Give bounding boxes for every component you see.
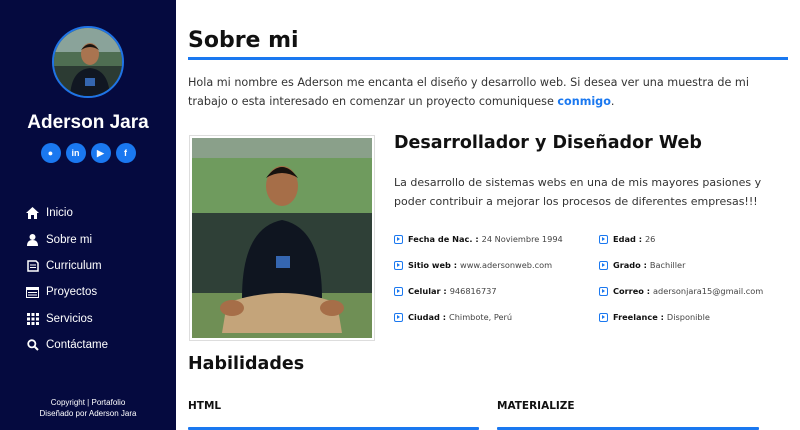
contact-link[interactable]: conmigo xyxy=(557,95,610,108)
fact-age: Edad : 26 xyxy=(599,234,655,244)
fact-label: Fecha de Nac. : xyxy=(408,234,479,244)
fact-label: Grado : xyxy=(613,260,647,270)
fact-value: www.adersonweb.com xyxy=(460,260,553,270)
facebook-icon[interactable]: f xyxy=(115,143,136,163)
user-icon xyxy=(26,233,39,246)
main-content: Sobre mi Hola mi nombre es Aderson me en… xyxy=(176,0,800,430)
chevron-right-icon xyxy=(599,260,608,270)
sidebar-item-label: Servicios xyxy=(46,312,93,325)
sidebar-item-proyectos[interactable]: Proyectos xyxy=(26,279,108,305)
fact-website: Sitio web : www.adersonweb.com xyxy=(394,260,552,270)
sidebar-item-sobre-mi[interactable]: Sobre mi xyxy=(26,226,108,252)
fact-value: Bachiller xyxy=(649,260,686,270)
fact-value: Chimbote, Perú xyxy=(449,312,513,322)
sidebar-item-label: Contáctame xyxy=(46,339,109,352)
fact-email: Correo : adersonjara15@gmail.com xyxy=(599,286,763,296)
fact-value: 946816737 xyxy=(449,286,497,296)
chevron-right-icon xyxy=(394,312,403,322)
fact-degree: Grado : Bachiller xyxy=(599,260,685,270)
role-title: Desarrollador y Diseñador Web xyxy=(394,133,702,153)
linkedin-icon[interactable]: in xyxy=(65,143,86,163)
intro-end: . xyxy=(610,95,615,108)
chevron-right-icon xyxy=(599,286,608,296)
copyright: Copyright | Portafolio Diseñado por Ader… xyxy=(0,397,176,419)
skill-name: MATERIALIZE xyxy=(497,400,575,412)
avatar xyxy=(52,26,124,98)
intro-body: Hola mi nombre es Aderson me encanta el … xyxy=(188,76,749,108)
skills-title: Habilidades xyxy=(188,354,305,374)
home-icon xyxy=(26,207,39,220)
intro-text: Hola mi nombre es Aderson me encanta el … xyxy=(188,73,788,111)
fact-label: Sitio web : xyxy=(408,260,458,270)
sidebar-item-curriculum[interactable]: Curriculum xyxy=(26,253,108,279)
skill-name: HTML xyxy=(188,400,222,412)
page-title: Sobre mi xyxy=(188,28,299,53)
youtube-icon[interactable]: ▶ xyxy=(90,143,111,163)
github-icon[interactable]: ● xyxy=(40,143,61,163)
sidebar-item-label: Curriculum xyxy=(46,259,102,272)
sidebar-item-label: Inicio xyxy=(46,207,73,220)
grid-icon xyxy=(26,312,39,325)
copyright-line: Copyright | Portafolio xyxy=(50,398,126,407)
credit-line: Diseñado por Aderson Jara xyxy=(39,409,137,418)
fact-value: 26 xyxy=(644,234,656,244)
fact-label: Freelance : xyxy=(613,312,664,322)
fact-label: Ciudad : xyxy=(408,312,447,322)
sidebar: Aderson Jara ● in ▶ f Inicio Sobre mi Cu… xyxy=(0,0,176,430)
chevron-right-icon xyxy=(394,234,403,244)
fact-value: Disponible xyxy=(666,312,710,322)
sidebar-item-servicios[interactable]: Servicios xyxy=(26,306,108,332)
title-underline xyxy=(188,57,788,60)
profile-name: Aderson Jara xyxy=(27,112,149,133)
fact-value: adersonjara15@gmail.com xyxy=(653,286,764,296)
sidebar-item-label: Proyectos xyxy=(46,286,98,299)
window-icon xyxy=(26,286,39,299)
social-links: ● in ▶ f xyxy=(0,143,176,163)
sidebar-item-contactame[interactable]: Contáctame xyxy=(26,332,108,358)
role-description: La desarrollo de sistemas webs en una de… xyxy=(394,176,762,208)
fact-city: Ciudad : Chimbote, Perú xyxy=(394,312,512,322)
fact-birthdate: Fecha de Nac. : 24 Noviembre 1994 xyxy=(394,234,563,244)
profile-facts: Fecha de Nac. : 24 Noviembre 1994 Sitio … xyxy=(394,230,794,330)
sidebar-item-label: Sobre mi xyxy=(46,233,93,246)
file-icon xyxy=(26,259,39,272)
fact-label: Celular : xyxy=(408,286,447,296)
fact-label: Edad : xyxy=(613,234,642,244)
profile-photo xyxy=(189,135,375,341)
chevron-right-icon xyxy=(394,260,403,270)
sidebar-item-inicio[interactable]: Inicio xyxy=(26,200,108,226)
chevron-right-icon xyxy=(599,234,608,244)
search-icon xyxy=(26,339,39,352)
fact-label: Correo : xyxy=(613,286,651,296)
fact-phone: Celular : 946816737 xyxy=(394,286,497,296)
sidebar-nav: Inicio Sobre mi Curriculum Proyectos Ser… xyxy=(26,200,108,358)
chevron-right-icon xyxy=(394,286,403,296)
chevron-right-icon xyxy=(599,312,608,322)
fact-freelance: Freelance : Disponible xyxy=(599,312,710,322)
fact-value: 24 Noviembre 1994 xyxy=(481,234,563,244)
